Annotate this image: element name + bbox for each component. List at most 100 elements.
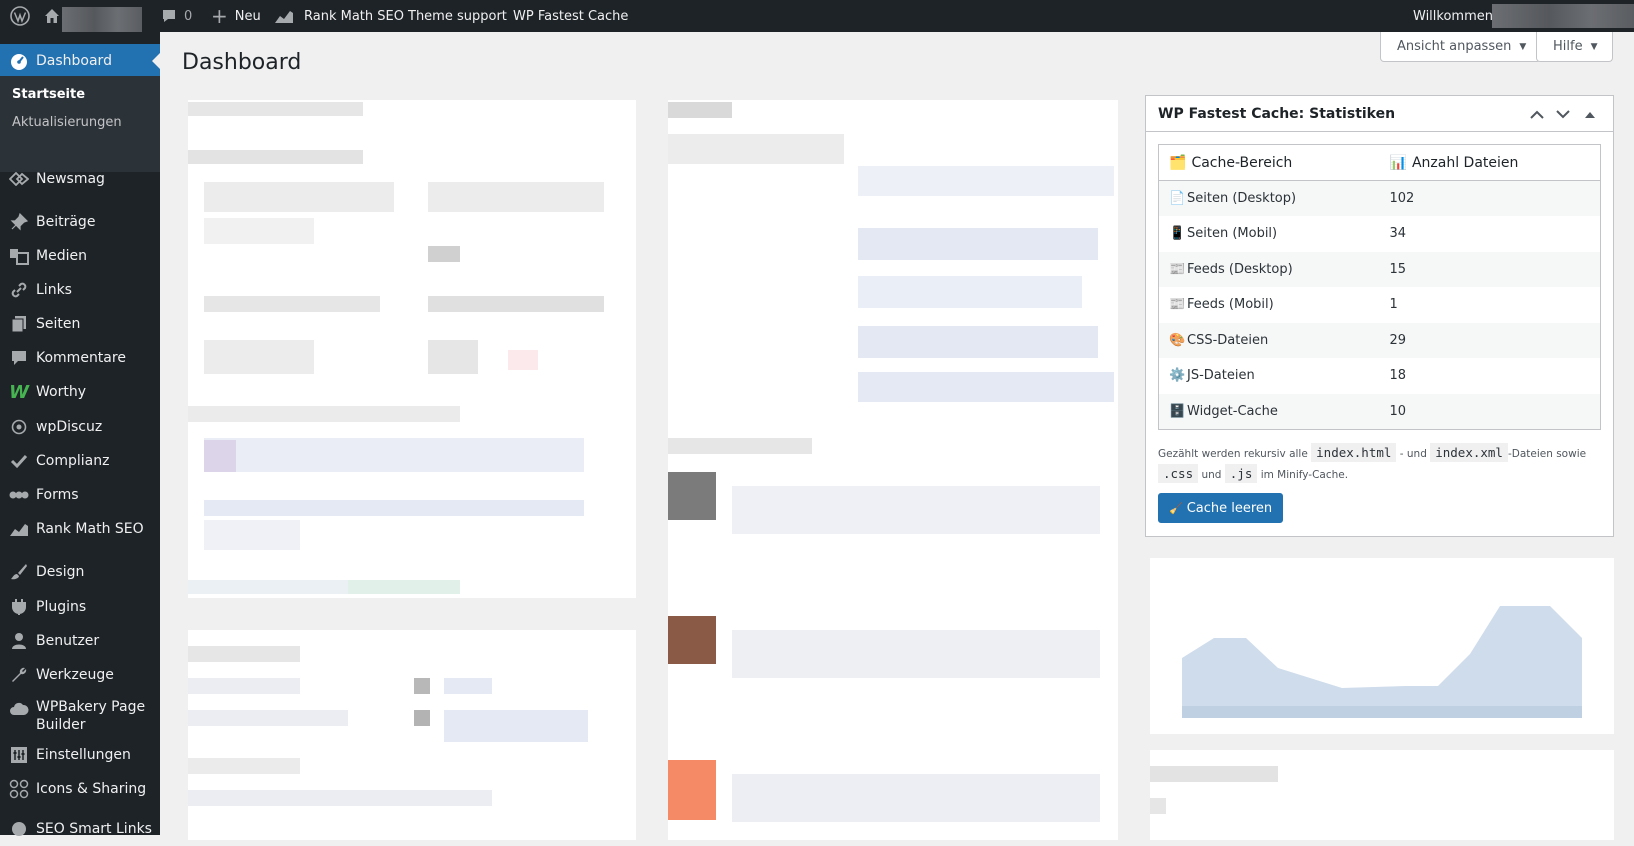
sidebar-item-design[interactable]: Design (0, 555, 160, 589)
newspaper-icon: 📰 (1169, 261, 1186, 277)
user-icon (9, 631, 29, 651)
sidebar-item-media[interactable]: Medien (0, 239, 160, 273)
redacted-block (508, 350, 538, 370)
comment-bubble-icon (161, 8, 177, 24)
redacted-block (204, 500, 584, 516)
redacted-block (188, 678, 300, 694)
table-cell-count: 10 (1379, 393, 1601, 429)
redacted-widget-left-top (188, 100, 636, 598)
redacted-block (204, 296, 380, 312)
sidebar-item-wpdiscuz[interactable]: wpDiscuz (0, 410, 160, 444)
bar-chart-icon: 📊 (1389, 154, 1407, 171)
sidebar-item-tools[interactable]: Werkzeuge (0, 658, 160, 692)
admin-bar: 0 + Neu Rank Math SEO Theme support WP F… (0, 0, 1634, 39)
screen-options-button[interactable]: Ansicht anpassen ▼ (1380, 32, 1542, 62)
submenu-item-updates[interactable]: Aktualisierungen (12, 115, 122, 130)
sidebar-item-label: Forms (36, 487, 79, 503)
sidebar-item-pages[interactable]: Seiten (0, 307, 160, 341)
table-cell-area: 📰 Feeds (Desktop) (1158, 251, 1380, 287)
redacted-block (348, 580, 460, 594)
wp-fastest-cache-label: WP Fastest Cache (513, 8, 629, 24)
submenu-item-startseite[interactable]: Startseite (12, 87, 85, 102)
rank-math-link[interactable]: Rank Math SEO (274, 0, 404, 32)
welcome-user[interactable]: Willkommen, (1413, 0, 1497, 32)
redacted-block (204, 340, 314, 374)
card-index-icon: 🗂️ (1169, 154, 1187, 171)
redacted-block (732, 630, 1100, 678)
page-title: Dashboard (182, 50, 302, 75)
help-button[interactable]: Hilfe ▼ (1536, 32, 1613, 62)
sidebar-item-posts[interactable]: Beiträge (0, 205, 160, 239)
sidebar-item-settings[interactable]: Einstellungen (0, 738, 160, 772)
row-label: Widget-Cache (1187, 403, 1278, 419)
sidebar-item-label: Links (36, 282, 72, 298)
media-icon (9, 246, 29, 266)
row-label: Seiten (Mobil) (1187, 226, 1278, 242)
sidebar-item-label: Dashboard (36, 53, 112, 69)
sidebar-item-label-line1: WPBakery Page (36, 699, 146, 715)
sidebar-item-plugins[interactable]: Plugins (0, 590, 160, 624)
note-text: und (1201, 469, 1222, 481)
sidebar-item-wpbakery[interactable]: WPBakery Page Builder (0, 692, 160, 740)
sidebar-item-rank-math[interactable]: Rank Math SEO (0, 512, 160, 546)
clear-cache-label: Cache leeren (1186, 500, 1273, 516)
note-code-js: .js (1224, 464, 1258, 483)
comments-link[interactable]: 0 (161, 0, 192, 32)
redacted-block (858, 228, 1098, 260)
theme-support-link[interactable]: Theme support (408, 0, 507, 32)
widget-title: WP Fastest Cache: Statistiken (1158, 106, 1396, 122)
redacted-block (204, 438, 584, 472)
cache-count-note: Gezählt werden rekursiv alle index.html … (1158, 443, 1608, 485)
redacted-block (858, 166, 1114, 196)
table-cell-count: 18 (1389, 368, 1407, 384)
sidebar-item-links[interactable]: Links (0, 273, 160, 307)
help-label: Hilfe (1553, 39, 1583, 54)
redacted-widget-middle (668, 100, 1118, 840)
palette-icon: 🎨 (1169, 332, 1186, 348)
sidebar-item-newsmag[interactable]: Newsmag (0, 162, 160, 196)
sidebar-item-label: wpDiscuz (36, 419, 103, 435)
home-icon[interactable] (43, 0, 61, 32)
table-header-row: 🗂️ Cache-Bereich 📊 Anzahl Dateien (1158, 144, 1601, 181)
sidebar-item-seo-smart-links[interactable]: SEO Smart Links (0, 812, 160, 846)
sidebar-item-users[interactable]: Benutzer (0, 624, 160, 658)
sidebar-item-dashboard[interactable]: Dashboard (0, 44, 160, 78)
clear-cache-button[interactable]: 🧹 Cache leeren (1158, 493, 1284, 523)
sidebar-item-complianz[interactable]: Complianz (0, 444, 160, 478)
wp-fastest-cache-link[interactable]: WP Fastest Cache (513, 0, 628, 32)
redacted-block (668, 472, 716, 520)
redacted-block (668, 102, 732, 118)
wordpress-logo-icon[interactable] (10, 0, 30, 32)
redacted-block (414, 710, 430, 726)
redacted-area-shape (1182, 606, 1582, 718)
active-indicator-arrow (152, 53, 160, 69)
broom-icon: 🧹 (1169, 501, 1183, 515)
redacted-block (858, 372, 1114, 402)
table-cell-area: 🗄️ Widget-Cache (1158, 393, 1380, 429)
move-down-icon[interactable] (1553, 104, 1573, 124)
sidebar-item-label: Complianz (36, 453, 110, 469)
new-content-link[interactable]: + Neu (211, 0, 261, 32)
sidebar-item-label: Worthy (36, 384, 86, 400)
sidebar-item-icons-sharing[interactable]: Icons & Sharing (0, 772, 160, 806)
redacted-block (428, 182, 604, 212)
sidebar-item-comments[interactable]: Kommentare (0, 341, 160, 375)
table-cell-count: 15 (1379, 251, 1601, 287)
table-cell-count: 34 (1389, 226, 1407, 242)
caret-down-icon: ▼ (1519, 41, 1527, 52)
wp-fastest-cache-widget: WP Fastest Cache: Statistiken 🗂️ Cache-B… (1145, 95, 1614, 537)
sidebar-item-worthy[interactable]: W Worthy (0, 375, 160, 409)
sidebar-item-forms[interactable]: Forms (0, 478, 160, 512)
table-cell-area: ⚙️ JS-Dateien (1159, 358, 1380, 394)
move-up-icon[interactable] (1527, 104, 1547, 124)
collapse-toggle-icon[interactable] (1580, 104, 1600, 124)
user-name-redacted[interactable] (1492, 4, 1634, 28)
note-code-index-xml: index.xml (1430, 443, 1508, 462)
redacted-block (414, 678, 430, 694)
column-header-count: 📊 Anzahl Dateien (1379, 144, 1601, 181)
row-label: Feeds (Mobil) (1187, 297, 1274, 313)
new-label: Neu (234, 8, 261, 24)
redacted-widget-left-bottom (188, 630, 636, 840)
redacted-block (188, 406, 460, 422)
redacted-block (444, 710, 588, 742)
